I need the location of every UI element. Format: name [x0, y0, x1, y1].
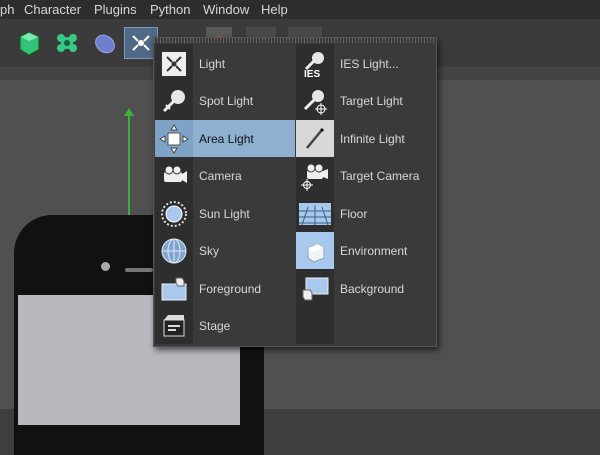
foreground-icon — [161, 277, 187, 300]
target-camera-icon — [301, 163, 328, 191]
menu-plugins[interactable]: Plugins — [94, 2, 137, 17]
menu-item-spot-light[interactable]: Spot Light — [155, 82, 295, 119]
spot-light-icon — [162, 89, 185, 112]
menu-item-environment[interactable]: Environment — [296, 232, 436, 269]
menu-window[interactable]: Window — [203, 2, 249, 17]
flower-icon — [57, 34, 77, 52]
menu-item-camera[interactable]: Camera — [155, 157, 295, 194]
infinite-light-icon — [306, 127, 325, 149]
menu-tear-off-grip[interactable] — [154, 38, 436, 43]
y-axis-line — [128, 112, 130, 232]
camera-icon — [164, 165, 187, 183]
light-icon — [162, 51, 186, 76]
phone-camera — [101, 262, 110, 271]
ies-light-icon: IES — [304, 51, 324, 79]
light-popup-menu: Light Spot Light Area Light Camera Sun L… — [153, 37, 437, 347]
phone-speaker — [125, 268, 153, 272]
menu-item-light[interactable]: Light — [155, 45, 295, 82]
svg-text:IES: IES — [304, 69, 320, 79]
cube-tool-button[interactable] — [12, 27, 46, 59]
flower-tool-button[interactable] — [50, 27, 84, 59]
sky-icon — [161, 238, 187, 263]
menu-item-area-light[interactable]: Area Light — [155, 120, 295, 157]
menu-help[interactable]: Help — [261, 2, 288, 17]
menu-item-sky[interactable]: Sky — [155, 232, 295, 269]
menu-item-floor[interactable]: Floor — [296, 195, 436, 232]
menu-item-infinite-light[interactable]: Infinite Light — [296, 120, 436, 157]
menu-partial[interactable]: ph — [0, 2, 14, 17]
menu-item-target-light[interactable]: Target Light — [296, 82, 436, 119]
menu-item-sun-light[interactable]: Sun Light — [155, 195, 295, 232]
menu-bar: ph Character Plugins Python Window Help — [0, 0, 600, 19]
menu-item-stage[interactable]: Stage — [155, 307, 295, 344]
deformer-tool-button[interactable] — [88, 27, 122, 59]
floor-icon — [299, 202, 331, 225]
menu-item-foreground[interactable]: Foreground — [155, 270, 295, 307]
background-icon — [302, 277, 329, 300]
sun-light-icon — [161, 200, 187, 227]
menu-item-ies-light[interactable]: IES IES Light... — [296, 45, 436, 82]
menu-python[interactable]: Python — [150, 2, 190, 17]
menu-item-target-camera[interactable]: Target Camera — [296, 157, 436, 194]
menu-item-background[interactable]: Background — [296, 270, 436, 307]
environment-icon — [307, 242, 325, 263]
menu-character[interactable]: Character — [24, 2, 81, 17]
area-light-icon — [159, 123, 189, 154]
deformer-icon — [95, 34, 115, 54]
target-light-icon — [303, 89, 327, 115]
y-axis-arrow — [124, 108, 134, 116]
cube-icon — [20, 32, 39, 55]
stage-icon — [163, 314, 185, 336]
